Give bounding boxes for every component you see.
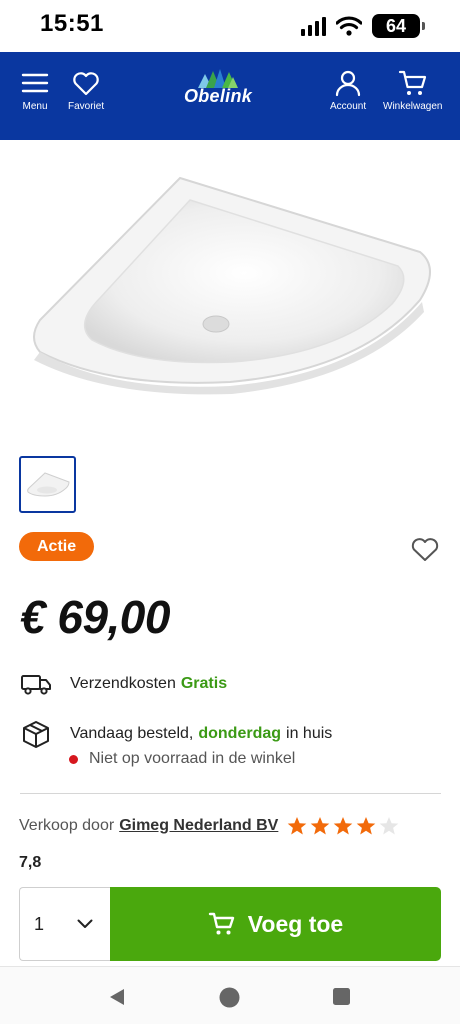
box-icon [23,721,49,748]
account-button[interactable]: Account [330,68,366,112]
star-icon [288,817,307,835]
heart-icon [73,72,99,96]
battery-indicator: 64 [372,14,425,38]
recents-icon[interactable] [332,987,351,1006]
star-icon [380,817,399,835]
menu-button[interactable]: Menu [20,68,50,112]
stock-text: Niet op voorraad in de winkel [89,750,296,767]
sale-badge: Actie [19,532,95,561]
star-icon [357,817,376,835]
product-thumbnail[interactable] [19,456,76,513]
star-rating[interactable] [287,816,399,836]
truck-icon [21,675,51,695]
favorites-button[interactable]: Favoriet [68,68,104,112]
favorites-label: Favoriet [68,101,105,112]
corner-sink-image [33,176,431,395]
product-image[interactable] [0,140,460,440]
seller-prefix: Verkoop door [19,817,115,834]
delivery-day: donderdag [198,725,282,742]
stock-status: Niet op voorraad in de winkel [69,750,295,768]
star-icon [334,817,353,835]
menu-label: Menu [22,101,48,112]
delivery-row: Vandaag besteld, donderdag in huis [20,720,332,748]
shipping-label: Verzendkosten [70,675,176,692]
shipping-row: Verzendkosten Gratis [20,670,227,698]
logo[interactable]: Obelink [178,68,258,107]
delivery-suffix: in huis [286,725,333,742]
tent-logo-icon [198,69,238,88]
cart-icon [208,912,234,935]
quantity-value: 1 [34,913,45,934]
divider [20,793,441,794]
add-to-favorites-heart-icon[interactable] [410,536,440,563]
seller-row: Verkoop door Gimeg Nederland BV [19,816,399,836]
add-to-cart-label: Voeg toe [247,910,344,937]
chevron-down-icon [77,919,93,928]
quantity-select[interactable]: 1 [19,887,111,961]
shipping-value: Gratis [180,675,228,692]
site-header: Menu Favoriet Obelink Account Winkelwage… [0,52,460,140]
status-icons: 64 [301,14,425,38]
product-price: € 69,00 [20,591,170,643]
menu-icon [21,73,49,93]
stock-indicator-dot [69,754,78,764]
star-icon [311,817,330,835]
cart-button[interactable]: Winkelwagen [383,68,442,112]
thumbnail-sink-image [26,471,70,497]
status-bar: 15:51 64 [0,0,460,52]
logo-text: Obelink [183,86,253,106]
cart-label: Winkelwagen [383,101,443,112]
delivery-prefix: Vandaag besteld, [70,725,194,742]
account-icon [335,70,361,97]
account-label: Account [330,101,367,112]
cart-icon [398,70,426,95]
system-nav-bar [0,966,460,1024]
add-to-cart-button[interactable]: Voeg toe [110,887,441,961]
signal-icon [301,16,326,36]
seller-link[interactable]: Gimeg Nederland BV [119,817,278,835]
status-time: 15:51 [40,10,104,37]
home-icon[interactable] [219,987,240,1008]
wifi-icon [336,16,362,36]
back-icon[interactable] [107,987,127,1007]
rating-value: 7,8 [19,854,42,871]
